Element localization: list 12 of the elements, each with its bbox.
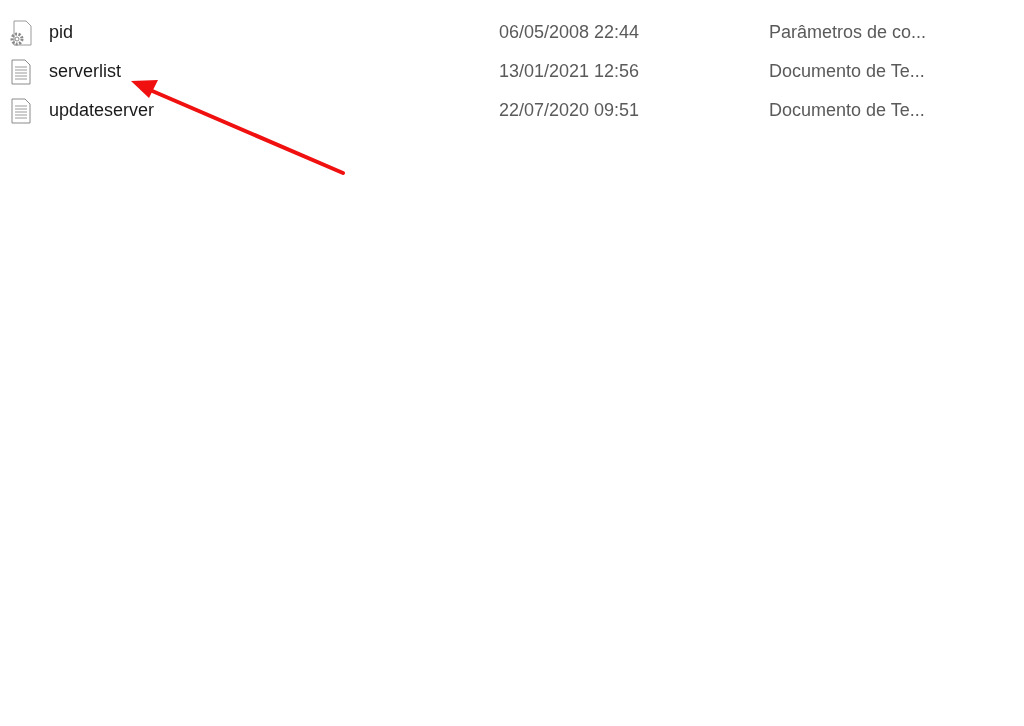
- file-name[interactable]: serverlist: [49, 58, 499, 85]
- file-type: Documento de Te...: [769, 60, 925, 83]
- file-type: Parâmetros de co...: [769, 21, 927, 44]
- modified-date: 22/07/2020 09:51: [499, 99, 641, 122]
- settings-file-icon: [8, 19, 33, 46]
- modified-date: 13/01/2021 12:56: [499, 60, 641, 83]
- file-type: Documento de Te...: [769, 99, 925, 122]
- text-file-icon: [10, 58, 31, 85]
- file-name[interactable]: pid: [49, 19, 499, 46]
- text-file-icon: [10, 97, 31, 124]
- file-name[interactable]: updateserver: [49, 97, 499, 124]
- modified-date: 06/05/2008 22:44: [499, 21, 641, 44]
